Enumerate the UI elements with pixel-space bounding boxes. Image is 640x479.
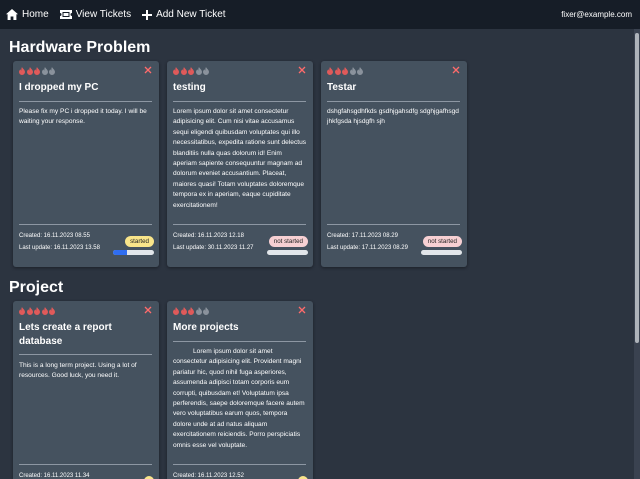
flame-icon [334,67,341,75]
flame-icon [188,67,195,75]
priority-rating [19,307,57,315]
flame-icon [41,67,48,75]
flame-icon [342,67,349,75]
ticket-card[interactable]: Lets create a report database This is a … [13,301,159,479]
scrollbar-thumb[interactable] [635,33,639,343]
progress-bar [267,250,308,255]
flame-icon [41,307,48,315]
nav-home-label: Home [22,9,49,20]
ticket-last-update: Last update: 16.11.2023 13.58 [19,245,100,251]
section-title: Hardware Problem [9,39,151,56]
ticket-created: Created: 16.11.2023 12.52 [173,473,244,479]
flame-icon [26,307,33,315]
ticket-title: Testar [327,82,357,93]
ticket-description: This is a long term project. Using a lot… [19,362,137,380]
close-icon[interactable] [144,66,152,74]
divider [19,464,152,465]
ticket-card[interactable]: I dropped my PC Please fix my PC i dropp… [13,61,159,267]
ticket-card[interactable]: Testar dshgfahsgdhfkds gsdhjgahsdfg sdgh… [321,61,467,267]
flame-icon [180,307,187,315]
flame-icon [173,67,179,75]
divider [173,224,306,225]
flame-icon [180,67,187,75]
nav-home-link[interactable]: Home [6,9,49,20]
progress-fill [113,250,128,255]
close-icon[interactable] [452,66,460,74]
ticket-title: testing [173,82,206,93]
navbar: Home View Tickets Add New Ticket fixer@e… [0,0,640,29]
ticket-created: Created: 16.11.2023 11.34 [19,473,90,479]
flame-icon [327,67,333,75]
nav-add-ticket-label: Add New Ticket [156,9,226,20]
ticket-last-update: Last update: 17.11.2023 08.29 [327,245,408,251]
progress-bar [113,250,154,255]
flame-icon [195,67,202,75]
close-icon[interactable] [144,306,152,314]
ticket-created: Created: 16.11.2023 12.18 [173,233,244,239]
ticket-card[interactable]: testing Lorem ipsum dolor sit amet conse… [167,61,313,267]
home-icon [6,9,18,20]
flame-icon [195,307,202,315]
nav-view-tickets-link[interactable]: View Tickets [59,9,132,20]
ticket-description: Please fix my PC i dropped it today. I w… [19,108,147,126]
priority-rating [173,307,211,315]
status-badge: started [125,236,154,247]
ticket-description: dshgfahsgdhfkds gsdhjgahsdfg sdghjgafhsg… [327,108,459,126]
ticket-description: Lorem ipsum dolor sit amet consectetur a… [173,108,307,209]
divider [19,354,152,355]
flame-icon [349,67,356,75]
flame-icon [34,67,41,75]
close-icon[interactable] [298,66,306,74]
divider [173,464,306,465]
flame-icon [26,67,33,75]
flame-icon [19,307,25,315]
flame-icon [357,67,364,75]
divider [327,101,460,102]
nav-add-ticket-link[interactable]: Add New Ticket [142,9,226,20]
flame-icon [49,67,56,75]
user-email: fixer@example.com [561,10,632,19]
priority-rating [173,67,211,75]
status-badge: not started [268,236,308,247]
section-title: Project [9,279,64,296]
ticket-description: Lorem ipsum dolor sit amet consectetur a… [173,348,305,449]
flame-icon [49,307,56,315]
status-badge: not started [422,236,462,247]
progress-bar [421,250,462,255]
ticket-last-update: Last update: 30.11.2023 11.27 [173,245,254,251]
divider [327,224,460,225]
ticket-created: Created: 16.11.2023 08.55 [19,233,90,239]
priority-rating [19,67,57,75]
flame-icon [34,307,41,315]
divider [173,101,306,102]
ticket-created: Created: 17.11.2023 08.29 [327,233,398,239]
divider [19,101,152,102]
divider [19,224,152,225]
ticket-title: I dropped my PC [19,82,99,93]
flame-icon [173,307,179,315]
divider [173,341,306,342]
close-icon[interactable] [298,306,306,314]
priority-rating [327,67,365,75]
ticket-icon [59,10,72,19]
flame-icon [203,307,210,315]
flame-icon [203,67,210,75]
plus-icon [142,9,153,20]
ticket-card[interactable]: More projects Lorem ipsum dolor sit amet… [167,301,313,479]
flame-icon [19,67,25,75]
ticket-title: More projects [173,322,239,333]
flame-icon [188,307,195,315]
nav-view-tickets-label: View Tickets [75,9,132,20]
ticket-title: Lets create a report database [19,322,112,347]
